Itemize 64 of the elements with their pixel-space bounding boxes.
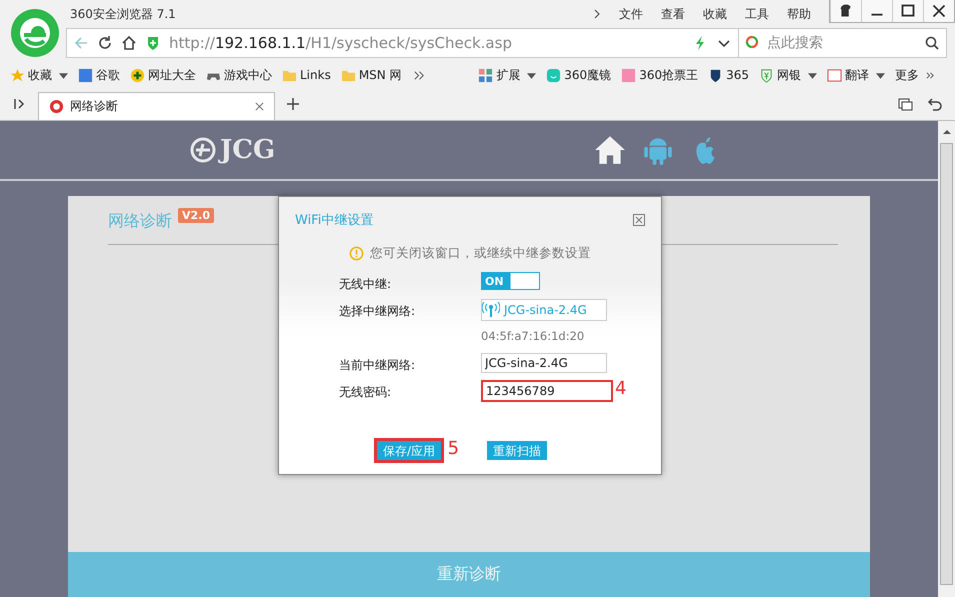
step-number: 4 [615,378,626,399]
home-icon[interactable] [121,35,137,51]
search-engine-icon[interactable] [745,35,761,51]
menu-item[interactable]: 工具 [739,6,775,22]
windows-icon[interactable] [897,96,913,112]
shield-icon [145,35,161,51]
wifi-icon [482,302,500,318]
field-label: 无线密码: [339,384,392,401]
window-title: 360安全浏览器 7.1 [70,6,177,22]
bookmark-link[interactable]: Links [300,68,331,82]
smiley-icon [546,68,562,82]
bookmark-link[interactable]: 扩展 [496,66,520,84]
new-tab-icon[interactable] [285,96,301,112]
field-label: 无线中继: [339,276,392,293]
dialog-title: WiFi中继设置 [295,212,374,229]
browser-tab[interactable]: 网络诊断 [38,92,275,120]
plus-icon [130,68,145,82]
caret-icon[interactable] [808,70,817,80]
bookmark-link[interactable]: 网银 [777,66,801,84]
menu-item[interactable]: 帮助 [781,6,817,22]
bookmark-link[interactable]: 360魔镜 [564,66,612,84]
undo-icon[interactable] [927,96,943,112]
favicon-icon [49,99,64,114]
bookmark-link[interactable]: 谷歌 [96,66,120,84]
bookmark-link[interactable]: 翻译 [845,66,869,84]
close-icon[interactable] [255,102,264,111]
caret-icon[interactable] [527,70,536,80]
tab-title: 网络诊断 [70,98,119,115]
chevron-icon[interactable] [593,8,601,20]
bookmark-link[interactable]: 收藏 [28,66,52,84]
reload-icon[interactable] [97,35,113,51]
search-icon[interactable] [924,35,940,51]
scroll-up-icon[interactable] [942,127,952,137]
logo-mark-icon [190,137,216,163]
card-title: 网络诊断 [108,211,172,232]
yen-icon [759,68,774,82]
menu-item[interactable]: 查看 [655,6,691,22]
caret-icon[interactable] [876,70,885,80]
bookmark-link[interactable]: 365 [726,68,749,82]
bookmark-link[interactable]: 更多 [895,66,919,84]
info-icon [349,246,364,261]
chevron-icon[interactable] [926,70,935,80]
notice-text: 您可关闭该窗口，或继续中继参数设置 [370,245,591,262]
bookmark-link[interactable]: 网址大全 [148,66,196,84]
mac-address: 04:5f:a7:16:1d:20 [481,329,584,343]
input-field[interactable]: 123456789 [481,380,613,402]
menu-item[interactable]: 文件 [613,6,649,22]
caret-icon[interactable] [59,70,68,80]
bookmark-link[interactable]: 游戏中心 [224,66,272,84]
field-label: 当前中继网络: [339,357,416,374]
search-field[interactable]: 点此搜索 [739,28,947,58]
logo-text: JCG [220,135,276,165]
star-icon [10,68,25,82]
url-text: http://192.168.1.1/H1/syscheck/sysCheck.asp [169,34,513,52]
grid-icon [478,68,494,82]
step-number: 5 [448,438,460,459]
menu-item[interactable]: 收藏 [697,6,733,22]
field-label: 选择中继网络: [339,303,416,320]
address-bar[interactable]: http://192.168.1.1/H1/syscheck/sysCheck.asp [66,28,739,58]
bookmark-link[interactable]: 360抢票王 [639,66,698,84]
bookmark-link[interactable]: MSN 网 [358,66,402,84]
scrollbar-thumb[interactable] [940,143,953,585]
browser-logo-icon [10,8,60,58]
version-badge: V2.0 [178,208,214,223]
